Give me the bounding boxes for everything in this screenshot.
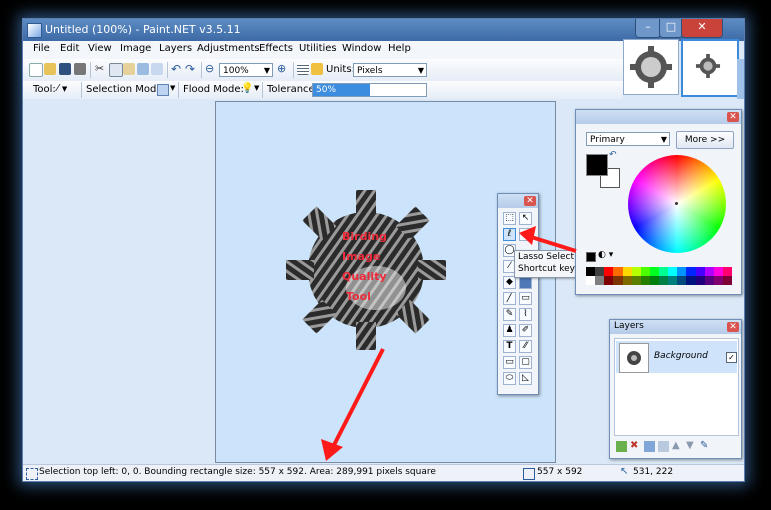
arrowhead-icon bbox=[321, 439, 343, 461]
image-size-icon bbox=[523, 468, 535, 480]
selection-info: Selection top left: 0, 0. Bounding recta… bbox=[39, 467, 436, 477]
arrowhead-icon bbox=[519, 226, 536, 245]
arrow-to-statusbar bbox=[330, 348, 385, 450]
cursor-icon: ↖ bbox=[620, 466, 629, 477]
status-bar: Selection top left: 0, 0. Bounding recta… bbox=[23, 464, 744, 481]
app-window: Untitled (100%) - Paint.NET v3.5.11 – □ … bbox=[22, 18, 745, 482]
arrow-to-lasso bbox=[527, 234, 577, 253]
cursor-position: 531, 222 bbox=[633, 467, 674, 477]
annotation-arrows bbox=[321, 226, 577, 461]
image-size: 557 x 592 bbox=[537, 467, 583, 477]
selection-icon bbox=[26, 468, 38, 480]
